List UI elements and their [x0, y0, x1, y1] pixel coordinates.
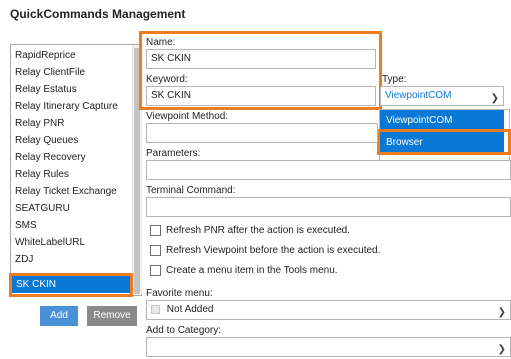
list-item[interactable]: Relay Rules	[15, 167, 69, 182]
refresh-pnr-label: Refresh PNR after the action is executed…	[166, 225, 350, 236]
keyword-field[interactable]: SK CKIN	[146, 86, 376, 106]
chevron-down-icon[interactable]: ❯	[491, 90, 499, 105]
add-category-select[interactable]: ❯	[146, 337, 511, 357]
keyword-label: Keyword:	[146, 74, 188, 85]
terminal-command-label: Terminal Command:	[146, 185, 236, 196]
type-option-browser[interactable]: Browser	[380, 132, 504, 154]
type-option-viewpointcom[interactable]: ViewpointCOM	[380, 110, 504, 132]
chevron-down-icon[interactable]: ❯	[498, 304, 506, 319]
list-item[interactable]: SEATGURU	[15, 201, 70, 216]
viewpoint-method-label: Viewpoint Method:	[146, 111, 229, 122]
page-title: QuickCommands Management	[10, 7, 186, 21]
list-item[interactable]: Relay Itinerary Capture	[15, 99, 118, 114]
name-field[interactable]: SK CKIN	[146, 49, 376, 69]
type-label: Type:	[382, 74, 407, 85]
favorite-menu-label: Favorite menu:	[146, 288, 213, 299]
list-item[interactable]: Relay PNR	[15, 116, 64, 131]
list-item[interactable]: RapidReprice	[15, 48, 76, 63]
list-item[interactable]: Relay Estatus	[15, 82, 77, 97]
type-select[interactable]: ViewpointCOM ❯	[380, 86, 504, 106]
add-button[interactable]: Add	[40, 306, 78, 326]
parameters-label: Parameters:	[146, 148, 201, 159]
terminal-command-field[interactable]	[146, 197, 511, 217]
list-scrollbar-thumb[interactable]	[134, 48, 140, 294]
list-item-selected[interactable]: SK CKIN	[12, 276, 130, 293]
create-menu-item-checkbox[interactable]	[150, 265, 161, 276]
favorite-menu-select[interactable]: Not Added ❯	[146, 300, 511, 320]
list-item[interactable]: Relay Recovery	[15, 150, 86, 165]
type-select-value: ViewpointCOM	[385, 90, 452, 101]
list-item[interactable]: SMS	[15, 218, 37, 233]
refresh-viewpoint-checkbox[interactable]	[150, 245, 161, 256]
name-label: Name:	[146, 37, 176, 48]
quickcommands-list[interactable]: RapidReprice Relay ClientFile Relay Esta…	[10, 44, 142, 296]
remove-button[interactable]: Remove	[87, 306, 137, 326]
list-item[interactable]: Relay ClientFile	[15, 65, 85, 80]
chevron-down-icon[interactable]: ❯	[498, 341, 506, 356]
list-item[interactable]: Relay Queues	[15, 133, 78, 148]
refresh-viewpoint-label: Refresh Viewpoint before the action is e…	[166, 245, 381, 256]
list-item[interactable]: ZDJ	[15, 252, 33, 267]
favorite-menu-value: Not Added	[166, 304, 214, 315]
add-category-label: Add to Category:	[146, 325, 222, 336]
parameters-field[interactable]	[146, 160, 511, 180]
viewpoint-method-field[interactable]	[146, 123, 378, 143]
swatch-icon	[151, 304, 160, 314]
refresh-pnr-checkbox[interactable]	[150, 225, 161, 236]
create-menu-item-label: Create a menu item in the Tools menu.	[166, 265, 338, 276]
list-item[interactable]: WhiteLabelURL	[15, 235, 85, 250]
list-item[interactable]: Relay Ticket Exchange	[15, 184, 117, 199]
